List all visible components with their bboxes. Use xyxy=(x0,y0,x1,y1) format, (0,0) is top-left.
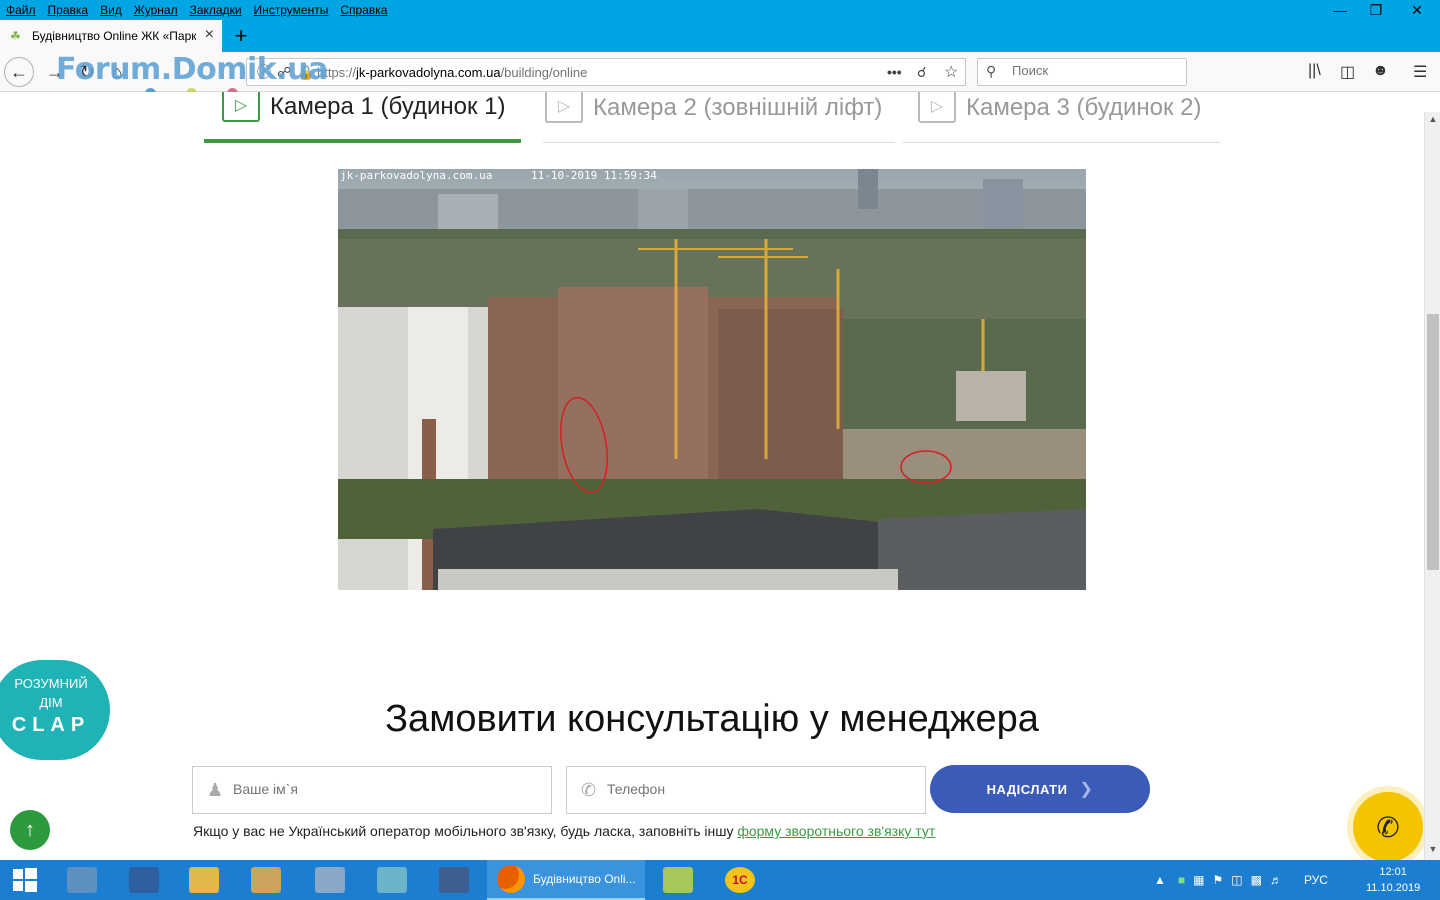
close-window-icon[interactable]: ✕ xyxy=(1394,0,1440,20)
bookmark-star-icon[interactable]: ☆ xyxy=(944,62,958,82)
note-text: Якщо у вас не Український оператор мобіл… xyxy=(193,823,738,839)
network-admin-icon[interactable] xyxy=(432,860,476,900)
play-icon: ▷ xyxy=(545,92,583,123)
menu-edit[interactable]: Правка xyxy=(42,3,95,17)
search-bar[interactable]: ⚲ xyxy=(977,58,1187,86)
phone-icon: ✆ xyxy=(581,780,597,800)
site-favicon-icon: ☘ xyxy=(10,29,21,43)
construction-site-photo xyxy=(338,169,1086,590)
tray-expand-icon[interactable]: ▲ xyxy=(1154,873,1166,887)
tray-app-icon[interactable]: ■ xyxy=(1178,873,1185,887)
scroll-down-arrow-icon[interactable]: ▼ xyxy=(1425,844,1440,858)
name-field[interactable]: ♟ xyxy=(192,766,552,814)
windows-logo-icon xyxy=(13,868,37,892)
restore-icon[interactable]: ❐ xyxy=(1358,0,1394,20)
search-icon: ⚲ xyxy=(986,63,997,79)
volume-icon[interactable]: ♬ xyxy=(1270,873,1282,887)
browser-tab[interactable]: ☘ Будівництво Online ЖК «Парк × xyxy=(0,20,222,52)
minimize-icon[interactable]: — xyxy=(1322,0,1358,20)
firefox-icon xyxy=(497,865,525,893)
phone-field[interactable]: ✆ xyxy=(566,766,926,814)
pocket-icon[interactable]: ☌ xyxy=(917,64,926,81)
file-explorer-icon[interactable] xyxy=(182,860,226,900)
new-tab-icon[interactable]: + xyxy=(228,22,254,50)
task-scheduler-icon[interactable] xyxy=(308,860,352,900)
camera-tabs: ▷ Камера 1 (будинок 1) ▷ Камера 2 (зовні… xyxy=(204,92,1220,144)
scroll-up-arrow-icon[interactable]: ▲ xyxy=(1425,114,1440,128)
notepad-icon[interactable] xyxy=(656,860,700,900)
firefox-window-label: Будівництво Onli... xyxy=(533,872,636,886)
consult-heading: Замовити консультацію у менеджера xyxy=(385,698,1039,740)
network-icon[interactable]: ▩ xyxy=(1251,873,1262,887)
callback-phone-button[interactable]: ✆ xyxy=(1353,792,1423,860)
hamburger-menu-icon[interactable]: ☰ xyxy=(1413,62,1427,82)
tools-icon[interactable] xyxy=(244,860,288,900)
feedback-form-link[interactable]: форму зворотнього зв'язку тут xyxy=(737,823,935,839)
tab-camera-3[interactable]: ▷ Камера 3 (будинок 2) xyxy=(902,92,1220,143)
tab-close-icon[interactable]: × xyxy=(205,26,214,44)
tab-camera-1[interactable]: ▷ Камера 1 (будинок 1) xyxy=(204,92,521,143)
clock-time: 12:01 xyxy=(1379,866,1407,878)
1c-app-icon[interactable]: 1C xyxy=(718,860,762,900)
camera-tab-label: Камера 1 (будинок 1) xyxy=(270,92,506,120)
url-text: https://jk-parkovadolyna.com.ua/building… xyxy=(317,65,587,80)
tab-title: Будівництво Online ЖК «Парк xyxy=(32,29,196,43)
name-input[interactable] xyxy=(233,781,513,797)
scrollbar-thumb[interactable] xyxy=(1427,314,1439,570)
clock-date: 11.10.2019 xyxy=(1366,882,1421,894)
tray-device-icon[interactable]: ◫ xyxy=(1231,873,1242,887)
page-scrollbar[interactable]: ▲ ▼ xyxy=(1424,112,1440,860)
page-actions-icon[interactable]: ••• xyxy=(887,64,902,80)
url-domain: jk-parkovadolyna.com.ua xyxy=(356,64,501,80)
language-indicator[interactable]: РУС xyxy=(1304,873,1328,887)
play-icon: ▷ xyxy=(222,92,260,122)
windows-taskbar: Будівництво Onli... 1C ▲ ■ ▦ ⚑ ◫ ▩ ♬ РУС… xyxy=(0,860,1440,900)
server-manager-icon[interactable] xyxy=(60,860,104,900)
menu-bar: Файл Правка Вид Журнал Закладки Инструме… xyxy=(0,0,1440,20)
browser-window: Файл Правка Вид Журнал Закладки Инструме… xyxy=(0,0,1440,860)
system-tray: ▲ ■ ▦ ⚑ ◫ ▩ ♬ РУС xyxy=(1154,860,1328,900)
camera-site-overlay: jk-parkovadolyna.com.ua xyxy=(340,169,493,182)
clap-line1: РОЗУМНИЙ xyxy=(14,676,88,691)
camera-timestamp-overlay: 11-10-2019 11:59:34 xyxy=(531,169,657,182)
user-icon: ♟ xyxy=(207,780,224,800)
menu-bookmarks[interactable]: Закладки xyxy=(184,3,248,17)
buildings-app-icon[interactable] xyxy=(370,860,414,900)
menu-view[interactable]: Вид xyxy=(94,3,128,17)
menu-help[interactable]: Справка xyxy=(334,3,393,17)
submit-button[interactable]: НАДІСЛАТИ ❯ xyxy=(930,765,1150,813)
url-path: /building/online xyxy=(500,64,588,80)
start-button[interactable] xyxy=(0,860,50,900)
menu-history[interactable]: Журнал xyxy=(128,3,184,17)
sidebar-icon[interactable]: ◫ xyxy=(1340,62,1355,82)
url-bar[interactable]: ⓘ ☍ 🔒 https://jk-parkovadolyna.com.ua/bu… xyxy=(246,58,966,86)
camera-tab-label: Камера 3 (будинок 2) xyxy=(966,94,1202,121)
chevron-right-icon: ❯ xyxy=(1079,781,1094,798)
library-icon[interactable]: ||\ xyxy=(1308,62,1321,80)
taskbar-firefox-window[interactable]: Будівництво Onli... xyxy=(487,860,645,900)
phone-input[interactable] xyxy=(607,781,887,797)
submit-label: НАДІСЛАТИ xyxy=(986,781,1068,797)
camera-feed-image[interactable]: jk-parkovadolyna.com.ua 11-10-2019 11:59… xyxy=(338,169,1086,590)
search-input[interactable] xyxy=(1012,63,1172,78)
menu-file[interactable]: Файл xyxy=(0,3,42,17)
back-arrow-icon[interactable]: ← xyxy=(4,57,34,87)
powershell-icon[interactable] xyxy=(122,860,166,900)
system-clock[interactable]: 12:01 11.10.2019 xyxy=(1366,864,1420,896)
action-center-flag-icon[interactable]: ⚑ xyxy=(1212,873,1223,887)
alt-form-note: Якщо у вас не Український оператор мобіл… xyxy=(193,823,935,839)
account-icon[interactable]: ☻ xyxy=(1372,62,1389,80)
play-icon: ▷ xyxy=(918,92,956,123)
tab-camera-2[interactable]: ▷ Камера 2 (зовнішній ліфт) xyxy=(543,92,895,143)
camera-tab-label: Камера 2 (зовнішній ліфт) xyxy=(593,94,883,121)
window-controls: — ❐ ✕ xyxy=(1322,0,1440,20)
page-content: ▷ Камера 1 (будинок 1) ▷ Камера 2 (зовні… xyxy=(0,92,1424,860)
forum-watermark: Forum.Domik.ua xyxy=(56,52,328,87)
tab-strip: ☘ Будівництво Online ЖК «Парк × + xyxy=(0,20,1440,52)
scroll-to-top-button[interactable]: ↑ xyxy=(10,810,50,850)
tray-network-share-icon[interactable]: ▦ xyxy=(1193,873,1204,887)
menu-tools[interactable]: Инструменты xyxy=(248,3,335,17)
